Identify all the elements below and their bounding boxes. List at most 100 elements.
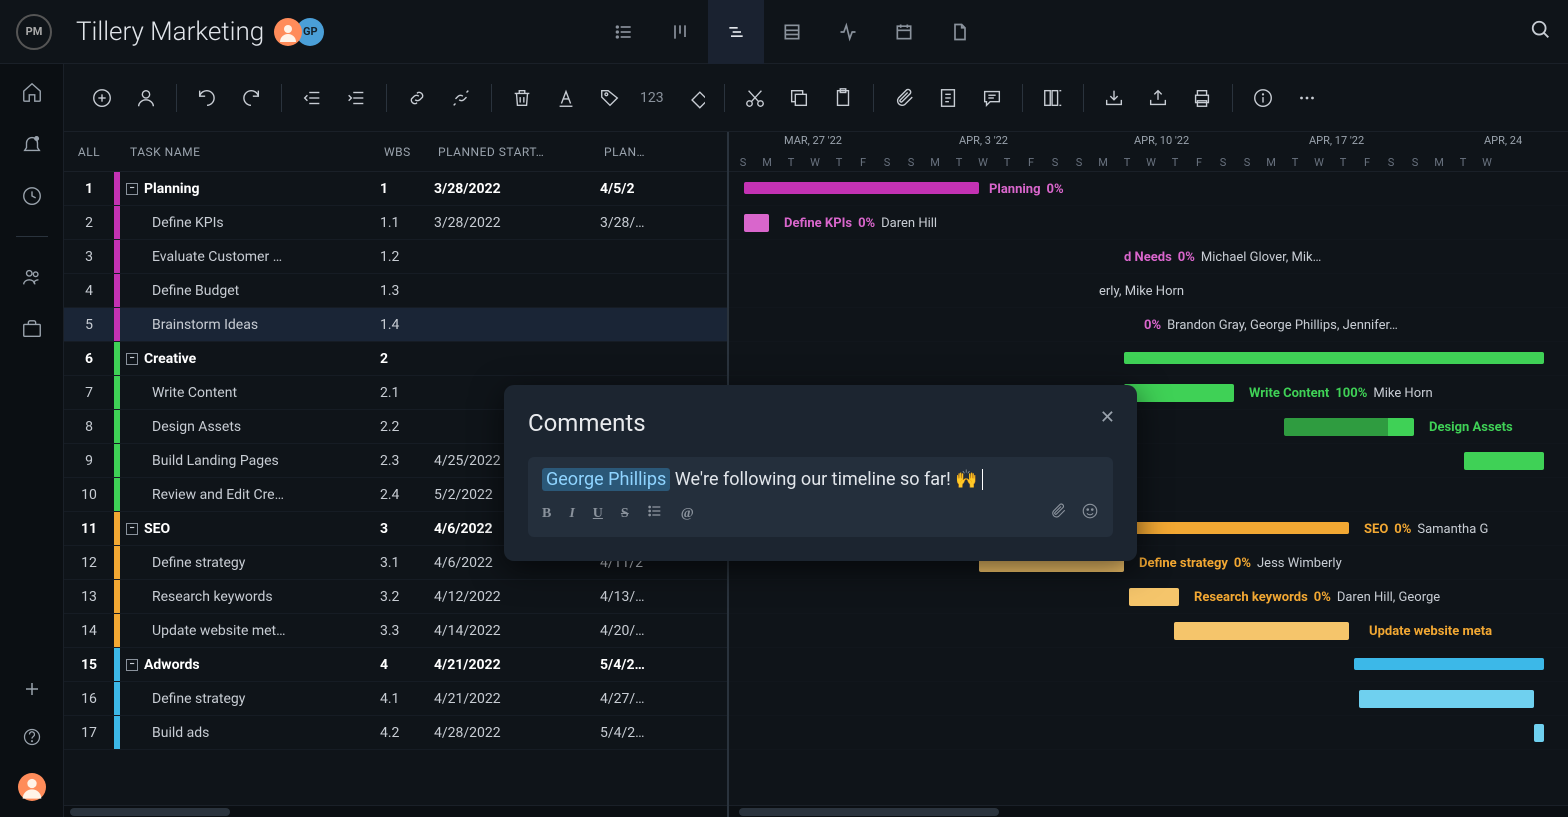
task-name-cell[interactable]: − Adwords (120, 657, 380, 673)
col-end[interactable]: PLAN… (604, 145, 727, 159)
emoji-icon[interactable] (1081, 502, 1099, 525)
task-name-cell[interactable]: Build ads (120, 725, 380, 741)
col-wbs[interactable]: WBS (384, 145, 438, 159)
more-icon[interactable] (1293, 84, 1321, 112)
gantt-row[interactable] (729, 682, 1568, 716)
columns-icon[interactable] (1039, 84, 1067, 112)
task-row[interactable]: 1 − Planning 1 3/28/2022 4/5/2 (64, 172, 727, 206)
strike-icon[interactable]: S (621, 506, 629, 522)
view-files[interactable] (932, 0, 988, 64)
task-row[interactable]: 2 Define KPIs 1.1 3/28/2022 3/28/… (64, 206, 727, 240)
list-icon[interactable] (647, 503, 663, 524)
start-cell[interactable]: 4/28/2022 (434, 725, 600, 741)
link-icon[interactable] (403, 84, 431, 112)
add-icon[interactable] (20, 677, 44, 701)
end-cell[interactable]: 4/20/… (600, 623, 727, 639)
comment-input[interactable]: George Phillips We're following our time… (542, 469, 1099, 490)
attachment-icon[interactable] (890, 84, 918, 112)
gantt-row[interactable]: Define KPIs 0% Daren Hill (729, 206, 1568, 240)
gantt-bar[interactable] (1124, 352, 1544, 364)
end-cell[interactable]: 3/28/… (600, 215, 727, 231)
end-cell[interactable]: 5/4/2… (600, 657, 727, 673)
search-button[interactable] (1530, 19, 1552, 45)
start-cell[interactable]: 4/12/2022 (434, 589, 600, 605)
task-row[interactable]: 16 Define strategy 4.1 4/21/2022 4/27/… (64, 682, 727, 716)
task-name-cell[interactable]: Evaluate Customer … (120, 249, 380, 265)
col-task[interactable]: TASK NAME (124, 145, 384, 159)
task-name-cell[interactable]: Define Budget (120, 283, 380, 299)
mention-icon[interactable]: @ (681, 506, 694, 522)
task-name-cell[interactable]: Build Landing Pages (120, 453, 380, 469)
redo-icon[interactable] (237, 84, 265, 112)
home-icon[interactable] (20, 80, 44, 104)
notes-icon[interactable] (934, 84, 962, 112)
gantt-row[interactable]: d Needs 0% Michael Glover, Mik… (729, 240, 1568, 274)
outdent-icon[interactable] (298, 84, 326, 112)
view-sheet[interactable] (764, 0, 820, 64)
gantt-bar[interactable] (744, 214, 769, 232)
gantt-row[interactable]: erly, Mike Horn (729, 274, 1568, 308)
task-row[interactable]: 3 Evaluate Customer … 1.2 (64, 240, 727, 274)
start-cell[interactable]: 4/14/2022 (434, 623, 600, 639)
info-icon[interactable] (1249, 84, 1277, 112)
task-name-cell[interactable]: Brainstorm Ideas (120, 317, 380, 333)
task-name-cell[interactable]: − Creative (120, 351, 380, 367)
tag-icon[interactable] (596, 84, 624, 112)
task-name-cell[interactable]: − SEO (120, 521, 380, 537)
help-icon[interactable] (20, 725, 44, 749)
portfolio-icon[interactable] (20, 317, 44, 341)
gantt-row[interactable] (729, 648, 1568, 682)
gantt-scrollbar[interactable] (729, 805, 1568, 817)
gantt-row[interactable]: Update website meta (729, 614, 1568, 648)
task-name-cell[interactable]: − Planning (120, 181, 380, 197)
print-icon[interactable] (1188, 84, 1216, 112)
gantt-row[interactable]: Research keywords 0% Daren Hill, George (729, 580, 1568, 614)
view-activity[interactable] (820, 0, 876, 64)
view-gantt[interactable] (708, 0, 764, 64)
notifications-icon[interactable] (20, 132, 44, 156)
gantt-bar[interactable] (1534, 724, 1544, 742)
import-icon[interactable] (1100, 84, 1128, 112)
start-cell[interactable]: 4/21/2022 (434, 691, 600, 707)
view-calendar[interactable] (876, 0, 932, 64)
add-task-icon[interactable] (88, 84, 116, 112)
attach-icon[interactable] (1049, 502, 1067, 525)
end-cell[interactable]: 4/5/2 (600, 181, 727, 197)
unlink-icon[interactable] (447, 84, 475, 112)
task-row[interactable]: 5 Brainstorm Ideas 1.4 (64, 308, 727, 342)
task-row[interactable]: 14 Update website met… 3.3 4/14/2022 4/2… (64, 614, 727, 648)
collapse-icon[interactable]: − (126, 183, 138, 195)
task-name-cell[interactable]: Research keywords (120, 589, 380, 605)
start-cell[interactable]: 3/28/2022 (434, 215, 600, 231)
recent-icon[interactable] (20, 184, 44, 208)
gantt-row[interactable] (729, 716, 1568, 750)
undo-icon[interactable] (193, 84, 221, 112)
end-cell[interactable]: 4/13/… (600, 589, 727, 605)
paste-icon[interactable] (829, 84, 857, 112)
mention-chip[interactable]: George Phillips (542, 468, 670, 491)
copy-icon[interactable] (785, 84, 813, 112)
cut-icon[interactable] (741, 84, 769, 112)
member-avatars[interactable]: GP (280, 18, 324, 46)
assign-icon[interactable] (132, 84, 160, 112)
collapse-icon[interactable]: − (126, 353, 138, 365)
gantt-bar[interactable] (1359, 690, 1534, 708)
avatar-1[interactable] (274, 18, 302, 46)
user-avatar[interactable] (18, 773, 46, 801)
gantt-bar[interactable] (744, 182, 979, 194)
task-row[interactable]: 13 Research keywords 3.2 4/12/2022 4/13/… (64, 580, 727, 614)
end-cell[interactable]: 5/4/2… (600, 725, 727, 741)
view-board[interactable] (652, 0, 708, 64)
team-icon[interactable] (20, 265, 44, 289)
gantt-bar[interactable] (1284, 418, 1414, 436)
start-cell[interactable]: 4/21/2022 (434, 657, 600, 673)
export-icon[interactable] (1144, 84, 1172, 112)
comment-editor[interactable]: George Phillips We're following our time… (528, 457, 1113, 537)
view-list[interactable] (596, 0, 652, 64)
table-scrollbar[interactable] (64, 805, 727, 817)
task-name-cell[interactable]: Define strategy (120, 691, 380, 707)
col-all[interactable]: ALL (64, 145, 114, 159)
task-row[interactable]: 15 − Adwords 4 4/21/2022 5/4/2… (64, 648, 727, 682)
gantt-row[interactable]: Planning 0% (729, 172, 1568, 206)
comment-icon[interactable] (978, 84, 1006, 112)
